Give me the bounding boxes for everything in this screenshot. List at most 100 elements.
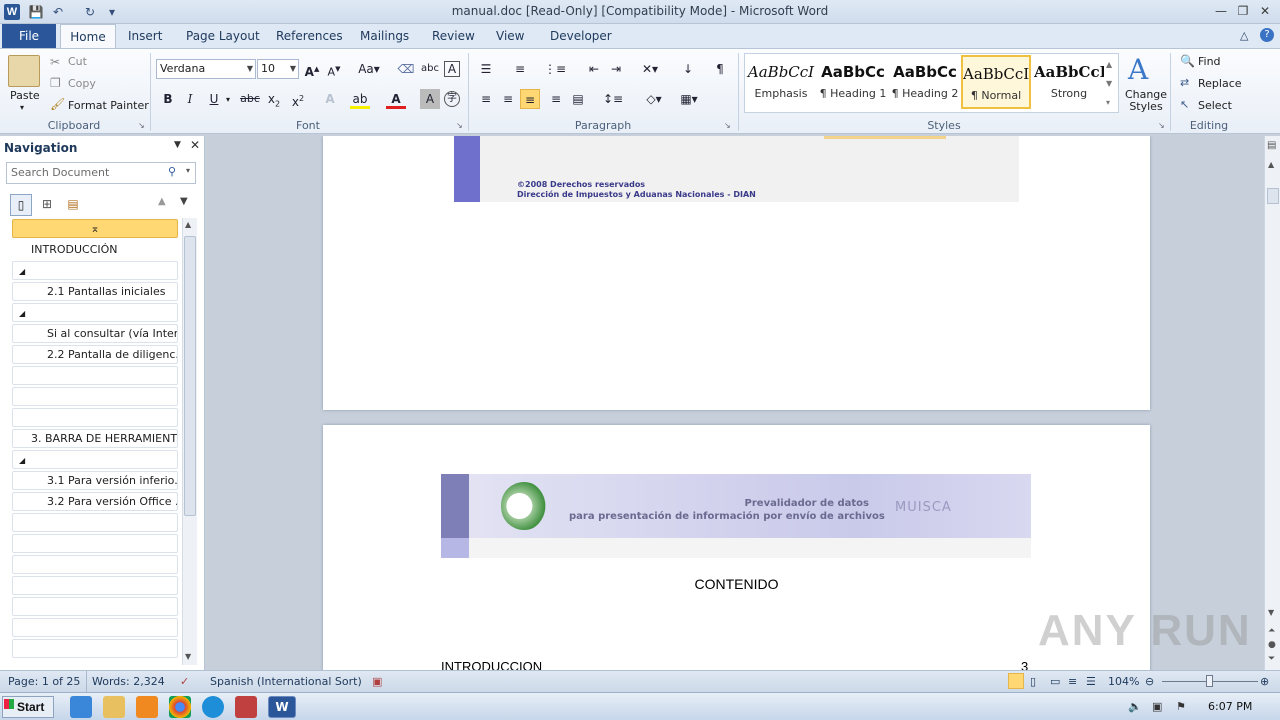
tab-references[interactable]: References bbox=[270, 24, 349, 48]
paragraph-launcher-icon[interactable]: ↘ bbox=[724, 121, 731, 130]
nav-heading-item[interactable] bbox=[12, 366, 178, 385]
borders-icon[interactable]: ▦▾ bbox=[676, 89, 702, 109]
pages-view-tab[interactable]: ⊞ bbox=[36, 194, 58, 216]
style-strong[interactable]: AaBbCcI Strong bbox=[1034, 55, 1104, 109]
document-area[interactable]: ©2008 Derechos reservados Dirección de I… bbox=[206, 136, 1264, 670]
paste-dropdown-icon[interactable]: ▾ bbox=[20, 103, 24, 112]
nav-heading-item[interactable] bbox=[12, 513, 178, 532]
headings-view-tab[interactable]: ▯ bbox=[10, 194, 32, 216]
full-screen-view-icon[interactable]: ▯ bbox=[1030, 675, 1036, 688]
numbering-icon[interactable]: ≡ bbox=[510, 59, 530, 79]
nav-heading-item[interactable] bbox=[12, 534, 178, 553]
shrink-font-icon[interactable]: A▼ bbox=[324, 59, 344, 79]
app-icon[interactable] bbox=[235, 696, 257, 718]
font-color-icon[interactable]: A bbox=[386, 89, 406, 109]
nav-scrollbar[interactable]: ▲ ▼ bbox=[182, 218, 197, 665]
line-spacing-icon[interactable]: ↕≡ bbox=[600, 89, 626, 109]
tab-insert[interactable]: Insert bbox=[122, 24, 168, 48]
sort-icon[interactable]: ↓ bbox=[678, 59, 698, 79]
previous-page-icon[interactable]: ⏶ bbox=[1268, 626, 1275, 636]
justify-icon[interactable]: ≡ bbox=[546, 89, 566, 109]
macro-icon[interactable]: ▣ bbox=[372, 675, 382, 688]
proofing-icon[interactable]: ✓ bbox=[180, 675, 189, 688]
change-styles-button[interactable]: Change Styles bbox=[1124, 89, 1168, 113]
asian-layout-icon[interactable]: ✕▾ bbox=[638, 59, 662, 79]
search-icon[interactable]: ⚲ bbox=[168, 165, 176, 178]
select-button[interactable]: Select bbox=[1198, 99, 1232, 112]
align-center-icon[interactable]: ≡ bbox=[498, 89, 518, 109]
nav-heading-item[interactable]: INTRODUCCIÓN bbox=[12, 240, 178, 259]
paste-icon[interactable] bbox=[8, 55, 40, 87]
tab-home[interactable]: Home bbox=[60, 24, 116, 49]
search-options-icon[interactable]: ▾ bbox=[186, 166, 190, 175]
underline-icon[interactable]: U bbox=[204, 89, 224, 109]
highlight-icon[interactable]: ab bbox=[350, 89, 370, 109]
scroll-up-icon[interactable]: ▲ bbox=[1268, 160, 1274, 169]
nav-heading-item[interactable] bbox=[12, 555, 178, 574]
style-heading-1[interactable]: AaBbCc ¶ Heading 1 bbox=[818, 55, 888, 109]
clear-formatting-icon[interactable]: ⌫ bbox=[396, 59, 416, 79]
change-case-icon[interactable]: Aa▾ bbox=[356, 59, 382, 79]
character-border-icon[interactable]: A bbox=[444, 61, 460, 77]
outline-view-icon[interactable]: ≡ bbox=[1068, 675, 1077, 688]
tab-review[interactable]: Review bbox=[426, 24, 481, 48]
tab-page-layout[interactable]: Page Layout bbox=[180, 24, 266, 48]
nav-heading-item[interactable]: 3.1 Para versión inferio... bbox=[12, 471, 178, 490]
print-layout-view-icon[interactable] bbox=[1008, 673, 1024, 689]
tab-mailings[interactable]: Mailings bbox=[354, 24, 415, 48]
grow-font-icon[interactable]: A▲ bbox=[302, 59, 322, 79]
nav-heading-item[interactable]: 3.2 Para versión Office ... bbox=[12, 492, 178, 511]
maximize-button[interactable]: ❐ bbox=[1232, 2, 1254, 20]
nav-menu-icon[interactable]: ▼ bbox=[174, 140, 181, 150]
zoom-level[interactable]: 104% bbox=[1108, 675, 1139, 688]
scroll-down-icon[interactable]: ▼ bbox=[185, 652, 191, 661]
page-count[interactable]: Page: 1 of 25 bbox=[8, 675, 80, 688]
nav-heading-item[interactable] bbox=[12, 408, 178, 427]
nav-heading-item[interactable]: 2.2 Pantalla de diligenc... bbox=[12, 345, 178, 364]
word-count[interactable]: Words: 2,324 bbox=[92, 675, 165, 688]
media-player-icon[interactable] bbox=[136, 696, 158, 718]
word-taskbar-icon[interactable]: W bbox=[268, 696, 296, 718]
decrease-indent-icon[interactable]: ⇤ bbox=[584, 59, 604, 79]
document-page[interactable]: Prevalidador de datos para presentación … bbox=[323, 425, 1150, 670]
multilevel-list-icon[interactable]: ⋮≡ bbox=[544, 59, 566, 79]
scroll-thumb[interactable] bbox=[1267, 188, 1279, 204]
expand-icon[interactable]: ◢ bbox=[19, 267, 25, 276]
previous-heading-icon[interactable]: ▲ bbox=[158, 196, 166, 207]
explorer-icon[interactable] bbox=[103, 696, 125, 718]
document-page[interactable]: ©2008 Derechos reservados Dirección de I… bbox=[323, 136, 1150, 410]
tab-developer[interactable]: Developer bbox=[544, 24, 618, 48]
shading-icon[interactable]: ◇▾ bbox=[642, 89, 666, 109]
nav-heading-item[interactable]: 2.1 Pantallas iniciales bbox=[12, 282, 178, 301]
expand-icon[interactable]: ◢ bbox=[19, 456, 25, 465]
tab-file[interactable]: File bbox=[2, 24, 56, 48]
chrome-icon[interactable] bbox=[169, 696, 191, 718]
zoom-out-icon[interactable]: ⊖ bbox=[1145, 675, 1154, 688]
styles-scroll-icon[interactable]: ▲ ▼ ▾ bbox=[1106, 55, 1112, 112]
help-icon[interactable]: ? bbox=[1260, 28, 1274, 42]
nav-heading-item[interactable] bbox=[12, 597, 178, 616]
ie-icon[interactable] bbox=[70, 696, 92, 718]
text-effects-icon[interactable]: A bbox=[320, 89, 340, 109]
bold-icon[interactable]: B bbox=[158, 89, 178, 109]
speaker-icon[interactable]: 🔈 bbox=[1128, 700, 1142, 713]
bullets-icon[interactable]: ☰ bbox=[476, 59, 496, 79]
style-emphasis[interactable]: AaBbCcI Emphasis bbox=[746, 55, 816, 109]
ribbon-minimize-icon[interactable]: △ bbox=[1240, 29, 1248, 42]
clipboard-launcher-icon[interactable]: ↘ bbox=[138, 121, 145, 130]
show-formatting-icon[interactable]: ¶ bbox=[710, 59, 730, 79]
cut-button[interactable]: Cut bbox=[68, 55, 87, 68]
strikethrough-icon[interactable]: abc bbox=[238, 89, 262, 109]
subscript-icon[interactable]: x2 bbox=[264, 89, 284, 109]
align-right-icon[interactable]: ≡ bbox=[520, 89, 540, 109]
nav-heading-item[interactable]: ◢ bbox=[12, 303, 178, 322]
nav-scroll-thumb[interactable] bbox=[184, 236, 196, 516]
close-button[interactable]: ✕ bbox=[1254, 2, 1276, 20]
scroll-up-icon[interactable]: ▲ bbox=[185, 220, 191, 229]
replace-button[interactable]: Replace bbox=[1198, 77, 1242, 90]
next-page-icon[interactable]: ⏷ bbox=[1268, 654, 1275, 664]
font-size-combo[interactable]: 10 ▼ bbox=[257, 59, 299, 79]
clock[interactable]: 6:07 PM bbox=[1208, 700, 1252, 713]
network-icon[interactable]: ▣ bbox=[1152, 700, 1162, 713]
style-heading-2[interactable]: AaBbCc ¶ Heading 2 bbox=[890, 55, 960, 109]
